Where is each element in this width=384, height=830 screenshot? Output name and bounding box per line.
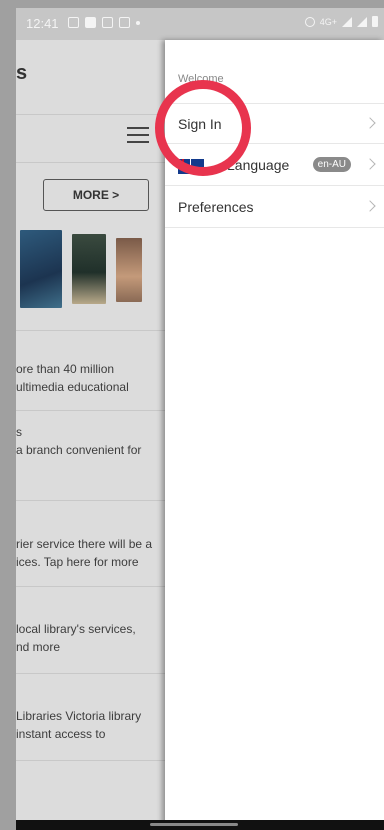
divider — [16, 586, 166, 587]
status-bar: 12:41 4G+ — [16, 8, 384, 40]
divider — [16, 760, 166, 761]
book-cover[interactable] — [116, 238, 142, 302]
welcome-label: Welcome — [178, 73, 224, 85]
app-notification-icon — [85, 17, 96, 28]
drawer-item-label: Sign In — [178, 116, 222, 132]
divider — [16, 330, 166, 331]
list-item-text[interactable]: ore than 40 million ultimedia educationa… — [16, 360, 166, 396]
drawer-item-sign-in[interactable]: Sign In — [165, 103, 384, 144]
australia-flag-icon — [178, 159, 204, 174]
chevron-right-icon — [364, 200, 376, 212]
background-page: s MORE > ore than 40 million ultimedia e… — [16, 40, 166, 830]
system-navigation-bar — [16, 820, 384, 830]
divider — [16, 410, 166, 411]
network-type-label: 4G+ — [319, 16, 337, 27]
status-time: 12:41 — [26, 16, 59, 31]
notification-icons — [68, 17, 140, 28]
chevron-right-icon — [364, 158, 376, 170]
system-icons: 4G+ — [304, 16, 378, 27]
alarm-icon — [304, 16, 315, 27]
more-notifications-icon — [136, 20, 140, 25]
book-cover[interactable] — [20, 230, 62, 308]
hamburger-menu-icon[interactable] — [127, 127, 149, 143]
list-item-text[interactable]: s a branch convenient for — [16, 423, 166, 459]
chevron-right-icon — [364, 117, 376, 129]
home-gesture-handle[interactable] — [150, 823, 238, 826]
list-item-text[interactable]: local library's services, nd more — [16, 620, 166, 656]
drawer-item-label: Language — [227, 157, 290, 173]
signal-icon-2 — [357, 16, 367, 27]
divider — [16, 162, 166, 163]
mcdonalds-icon — [102, 17, 113, 28]
navigation-drawer: Welcome Sign In Language en-AU Preferenc… — [165, 40, 384, 830]
drawer-item-label: Preferences — [178, 199, 254, 215]
drawer-item-preferences[interactable]: Preferences — [165, 187, 384, 228]
divider — [16, 500, 166, 501]
message-icon — [68, 17, 79, 28]
drawer-item-language[interactable]: Language en-AU — [165, 145, 384, 186]
divider — [16, 673, 166, 674]
language-badge: en-AU — [312, 157, 351, 172]
page-title-fragment: s — [16, 62, 28, 84]
mail-icon — [119, 17, 130, 28]
battery-icon — [372, 16, 378, 27]
more-button[interactable]: MORE > — [43, 179, 149, 211]
list-item-text[interactable]: Libraries Victoria library instant acces… — [16, 707, 166, 743]
signal-icon — [342, 16, 352, 27]
divider — [16, 114, 166, 115]
book-cover[interactable] — [72, 234, 106, 304]
screen: 12:41 4G+ s MORE > ore than 40 million u… — [16, 8, 384, 830]
list-item-text[interactable]: rier service there will be a ices. Tap h… — [16, 535, 166, 571]
